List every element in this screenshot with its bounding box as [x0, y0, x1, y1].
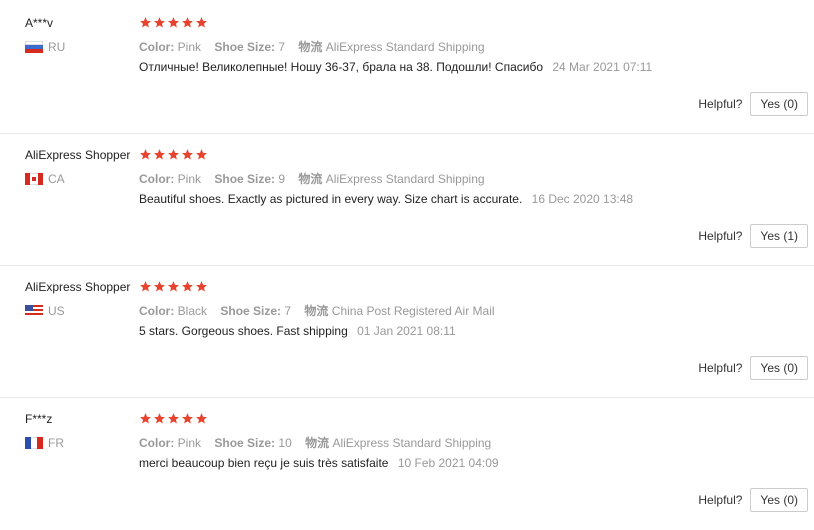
color-value: Black — [177, 304, 208, 318]
shipping-value: AliExpress Standard Shipping — [332, 436, 492, 450]
color-value: Pink — [177, 40, 202, 54]
feedback-text: merci beaucoup bien reçu je suis très sa… — [139, 456, 389, 470]
flag-us-icon — [25, 305, 43, 317]
star-icon — [168, 17, 179, 28]
flag-fr-icon — [25, 437, 43, 449]
star-icon — [182, 281, 193, 292]
order-info: Color: Pink Shoe Size: 10 物流 AliExpress … — [139, 434, 501, 451]
star-rating — [139, 412, 209, 425]
helpful-section: Helpful? Yes (1) — [698, 224, 808, 248]
order-info: Color: Pink Shoe Size: 9 物流 AliExpress S… — [139, 170, 495, 187]
star-rating — [139, 16, 209, 29]
review-item: AliExpress Shopper CA Color: Pink Shoe S… — [0, 134, 814, 266]
reviewer-name: F***z — [25, 412, 53, 426]
star-icon — [196, 17, 207, 28]
review-item: F***z FR Color: Pink Shoe Size: 10 物流 Al… — [0, 398, 814, 530]
helpful-section: Helpful? Yes (0) — [698, 92, 808, 116]
helpful-label: Helpful? — [698, 493, 743, 507]
size-label: Shoe Size: — [214, 172, 276, 186]
helpful-yes-button[interactable]: Yes (0) — [750, 488, 808, 512]
star-icon — [140, 149, 151, 160]
review-text: Отличные! Великолепные! Ношу 36-37, брал… — [139, 60, 652, 74]
star-icon — [168, 281, 179, 292]
size-value: 9 — [278, 172, 286, 186]
order-info: Color: Pink Shoe Size: 7 物流 AliExpress S… — [139, 38, 495, 55]
star-icon — [196, 281, 207, 292]
country: RU — [25, 40, 65, 54]
country-code: US — [48, 304, 65, 318]
review-item: AliExpress Shopper US Color: Black Shoe … — [0, 266, 814, 398]
review-text: merci beaucoup bien reçu je suis très sa… — [139, 456, 499, 470]
star-icon — [154, 413, 165, 424]
star-icon — [182, 17, 193, 28]
order-info: Color: Black Shoe Size: 7 物流 China Post … — [139, 302, 505, 319]
review-text: Beautiful shoes. Exactly as pictured in … — [139, 192, 633, 206]
country-code: RU — [48, 40, 66, 54]
shipping-label: 物流 — [304, 304, 329, 318]
color-label: Color: — [139, 172, 175, 186]
star-icon — [154, 149, 165, 160]
helpful-yes-button[interactable]: Yes (0) — [750, 356, 808, 380]
review-date: 16 Dec 2020 13:48 — [531, 192, 634, 206]
star-rating — [139, 280, 209, 293]
feedback-text: Отличные! Великолепные! Ношу 36-37, брал… — [139, 60, 544, 74]
reviewer-name: AliExpress Shopper — [25, 280, 131, 294]
color-label: Color: — [139, 40, 175, 54]
shipping-value: AliExpress Standard Shipping — [325, 172, 485, 186]
star-icon — [168, 413, 179, 424]
size-value: 10 — [278, 436, 292, 450]
helpful-label: Helpful? — [698, 97, 743, 111]
reviewer-name: AliExpress Shopper — [25, 148, 131, 162]
shipping-label: 物流 — [298, 172, 323, 186]
star-icon — [154, 281, 165, 292]
helpful-label: Helpful? — [698, 229, 743, 243]
color-label: Color: — [139, 304, 175, 318]
flag-ca-icon — [25, 173, 43, 185]
helpful-section: Helpful? Yes (0) — [698, 488, 808, 512]
shipping-label: 物流 — [298, 40, 323, 54]
country: FR — [25, 436, 64, 450]
star-icon — [182, 149, 193, 160]
country-code: CA — [48, 172, 65, 186]
star-icon — [154, 17, 165, 28]
review-text: 5 stars. Gorgeous shoes. Fast shipping 0… — [139, 324, 456, 338]
star-icon — [140, 281, 151, 292]
feedback-text: 5 stars. Gorgeous shoes. Fast shipping — [139, 324, 348, 338]
color-label: Color: — [139, 436, 175, 450]
shipping-value: China Post Registered Air Mail — [331, 304, 495, 318]
size-label: Shoe Size: — [220, 304, 282, 318]
helpful-yes-button[interactable]: Yes (0) — [750, 92, 808, 116]
country: CA — [25, 172, 65, 186]
feedback-text: Beautiful shoes. Exactly as pictured in … — [139, 192, 523, 206]
size-value: 7 — [284, 304, 292, 318]
review-date: 01 Jan 2021 08:11 — [357, 324, 456, 338]
shipping-label: 物流 — [305, 436, 330, 450]
shipping-value: AliExpress Standard Shipping — [325, 40, 485, 54]
star-icon — [140, 413, 151, 424]
country: US — [25, 304, 65, 318]
size-label: Shoe Size: — [214, 436, 276, 450]
color-value: Pink — [177, 172, 202, 186]
review-item: A***v RU Color: Pink Shoe Size: 7 物流 Ali… — [0, 2, 814, 134]
helpful-section: Helpful? Yes (0) — [698, 356, 808, 380]
size-label: Shoe Size: — [214, 40, 276, 54]
country-code: FR — [48, 436, 64, 450]
size-value: 7 — [278, 40, 286, 54]
star-icon — [196, 413, 207, 424]
reviewer-name: A***v — [25, 16, 54, 30]
review-date: 24 Mar 2021 07:11 — [552, 60, 653, 74]
star-icon — [140, 17, 151, 28]
star-rating — [139, 148, 209, 161]
star-icon — [196, 149, 207, 160]
helpful-yes-button[interactable]: Yes (1) — [750, 224, 808, 248]
star-icon — [182, 413, 193, 424]
star-icon — [168, 149, 179, 160]
color-value: Pink — [177, 436, 202, 450]
review-date: 10 Feb 2021 04:09 — [397, 456, 499, 470]
flag-ru-icon — [25, 41, 43, 53]
helpful-label: Helpful? — [698, 361, 743, 375]
